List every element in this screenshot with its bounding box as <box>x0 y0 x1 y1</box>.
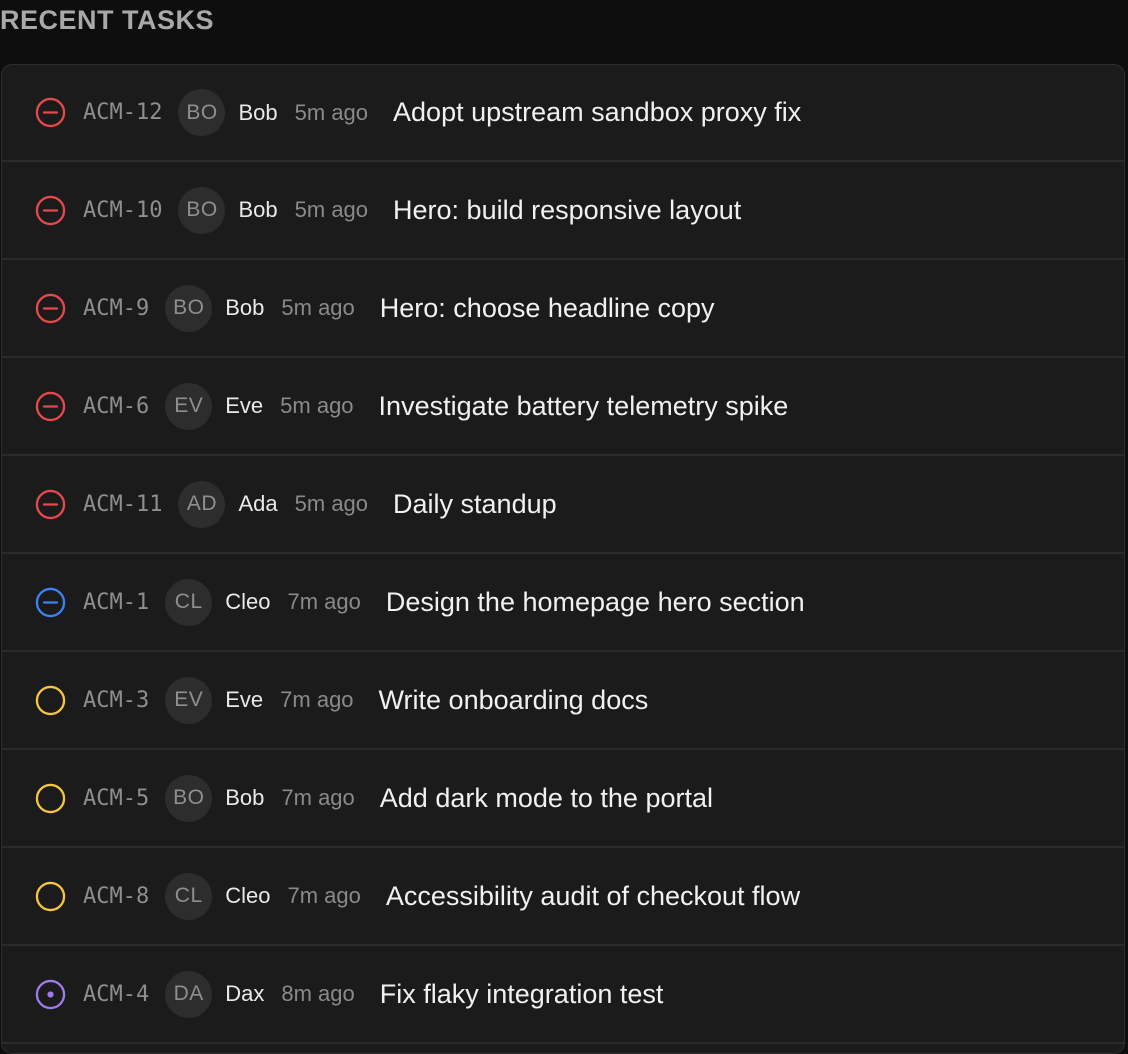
avatar: BO <box>165 284 213 332</box>
assignee-name: Cleo <box>225 589 271 614</box>
assignee-name: Bob <box>225 295 265 320</box>
task-id: ACM-10 <box>83 197 163 223</box>
section-title: RECENT TASKS <box>0 5 215 35</box>
task-title: Hero: build responsive layout <box>393 194 742 225</box>
task-id: ACM-3 <box>83 687 150 713</box>
task-title: Fix flaky integration test <box>379 978 664 1009</box>
task-title: Accessibility audit of checkout flow <box>385 880 801 911</box>
task-row[interactable]: ACM-5 BO Bob 7m ago Add dark mode to the por… <box>2 750 1124 848</box>
avatar: DA <box>165 970 213 1018</box>
avatar: EV <box>165 382 213 430</box>
time-ago: 7m ago <box>281 785 355 810</box>
task-row[interactable]: ACM-4 DA Dax 8m ago Fix flaky integration te… <box>2 946 1124 1044</box>
assignee-name: Cleo <box>225 883 271 908</box>
task-id: ACM-1 <box>83 589 150 615</box>
time-ago: 5m ago <box>294 491 369 516</box>
assignee-name: Eve <box>225 393 264 418</box>
task-row[interactable]: ACM-3 EV Eve 7m ago Write onboarding docs <box>2 652 1124 750</box>
task-row[interactable]: ACM-12 BO Bob 5m ago Adopt upstream sandbox … <box>2 65 1124 162</box>
time-ago: 7m ago <box>280 687 354 712</box>
assignee-name: Bob <box>238 197 278 222</box>
assignee-name: Bob <box>225 785 265 810</box>
assignee-name: Bob <box>238 99 278 125</box>
circle-icon <box>35 783 66 814</box>
task-title: Investigate battery telemetry spike <box>378 390 789 421</box>
task-row[interactable]: ACM-10 BO Bob 5m ago Hero: build responsive … <box>2 162 1124 260</box>
minus-circle-icon <box>35 97 66 128</box>
time-ago: 7m ago <box>287 883 361 908</box>
task-id: ACM-4 <box>83 981 150 1007</box>
circle-icon <box>35 881 66 912</box>
recent-tasks-list: ACM-12 BO Bob 5m ago Adopt upstream sandbox … <box>1 64 1125 1054</box>
task-title: Daily standup <box>393 488 557 519</box>
minus-circle-icon <box>35 489 66 520</box>
time-ago: 5m ago <box>281 295 355 320</box>
avatar: EV <box>165 676 213 724</box>
task-title: Write onboarding docs <box>378 684 649 715</box>
task-id: ACM-9 <box>83 295 150 321</box>
minus-circle-icon <box>35 293 66 324</box>
task-title: Add dark mode to the portal <box>379 782 713 813</box>
avatar: CL <box>165 578 213 626</box>
task-id: ACM-12 <box>83 100 163 125</box>
task-id: ACM-8 <box>83 883 150 909</box>
dot-circle-icon <box>35 979 66 1010</box>
time-ago: 7m ago <box>287 589 361 614</box>
minus-circle-icon <box>35 195 66 226</box>
assignee-name: Dax <box>225 981 265 1006</box>
task-id: ACM-11 <box>83 491 163 517</box>
minus-circle-icon <box>35 587 66 618</box>
task-id: ACM-6 <box>83 393 150 419</box>
task-title: Adopt upstream sandbox proxy fix <box>393 97 802 127</box>
avatar: AD <box>178 480 226 528</box>
task-row[interactable]: ACM-11 AD Ada 5m ago Daily standup <box>2 456 1124 554</box>
assignee-name: Ada <box>238 491 278 516</box>
time-ago: 5m ago <box>294 197 369 222</box>
task-row[interactable]: ACM-8 CL Cleo 7m ago Accessibility audit of … <box>2 848 1124 946</box>
time-ago: 8m ago <box>281 981 355 1006</box>
task-title: Design the homepage hero section <box>385 586 805 617</box>
circle-icon <box>35 685 66 716</box>
assignee-name: Eve <box>225 687 264 712</box>
avatar: BO <box>165 774 213 822</box>
avatar: BO <box>178 89 226 136</box>
task-title: Hero: choose headline copy <box>379 292 715 323</box>
task-id: ACM-5 <box>83 785 150 811</box>
task-row[interactable]: ACM-1 CL Cleo 7m ago Design the homepage her… <box>2 554 1124 652</box>
task-row[interactable]: ACM-6 EV Eve 5m ago Investigate battery tele… <box>2 358 1124 456</box>
task-row[interactable]: ACM-9 BO Bob 5m ago Hero: choose headline co… <box>2 260 1124 358</box>
time-ago: 5m ago <box>280 393 354 418</box>
minus-circle-icon <box>35 391 66 422</box>
time-ago: 5m ago <box>294 99 369 125</box>
avatar: BO <box>178 186 226 234</box>
avatar: CL <box>165 872 213 920</box>
